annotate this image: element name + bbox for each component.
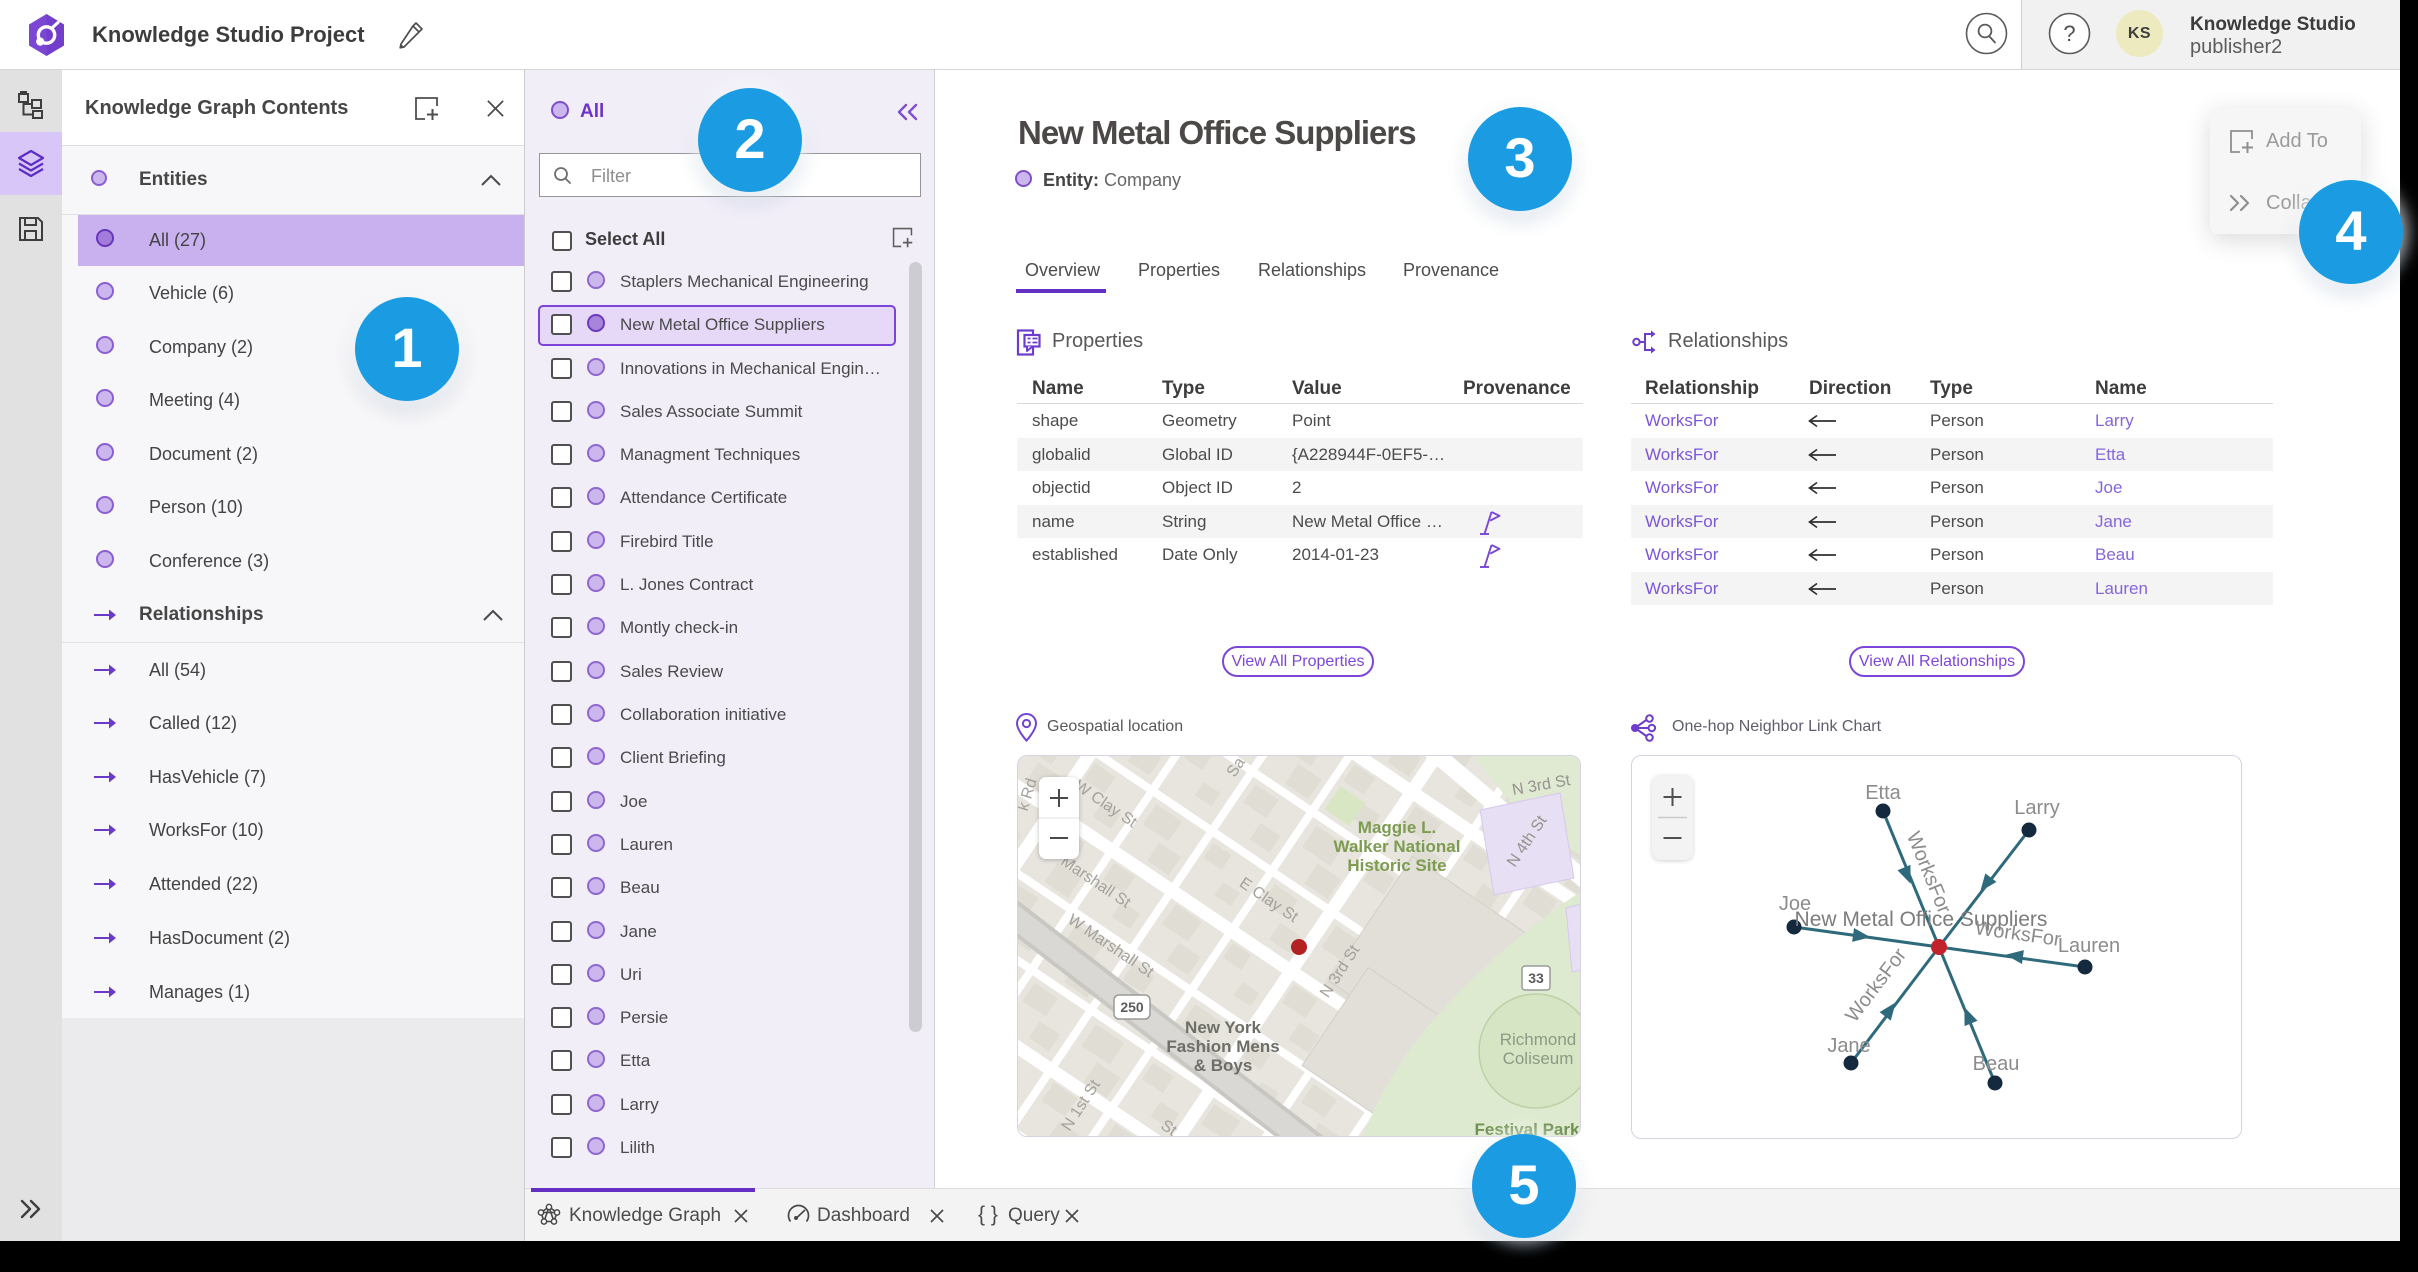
svg-text:Lauren: Lauren xyxy=(2058,935,2120,957)
svg-text:& Boys: & Boys xyxy=(1194,1056,1253,1075)
svg-text:Richmond: Richmond xyxy=(1500,1030,1577,1049)
svg-text:Beau: Beau xyxy=(1973,1053,2020,1075)
svg-text:?: ? xyxy=(2063,21,2075,46)
svg-text:WorksFor: WorksFor xyxy=(1974,917,2063,951)
svg-text:Coliseum: Coliseum xyxy=(1503,1049,1574,1068)
svg-text:Maggie L.: Maggie L. xyxy=(1358,818,1436,837)
svg-text:Historic Site: Historic Site xyxy=(1347,856,1446,875)
svg-text:Jane: Jane xyxy=(1827,1035,1870,1057)
svg-text:250: 250 xyxy=(1120,999,1144,1015)
svg-text:Walker National: Walker National xyxy=(1334,837,1461,856)
svg-text:WorksFor: WorksFor xyxy=(1841,944,1911,1026)
svg-text:Larry: Larry xyxy=(2014,797,2060,819)
svg-text:33: 33 xyxy=(1528,970,1544,986)
svg-text:Fashion Mens: Fashion Mens xyxy=(1166,1037,1279,1056)
svg-text:Etta: Etta xyxy=(1865,782,1901,804)
svg-text:New York: New York xyxy=(1185,1018,1261,1037)
